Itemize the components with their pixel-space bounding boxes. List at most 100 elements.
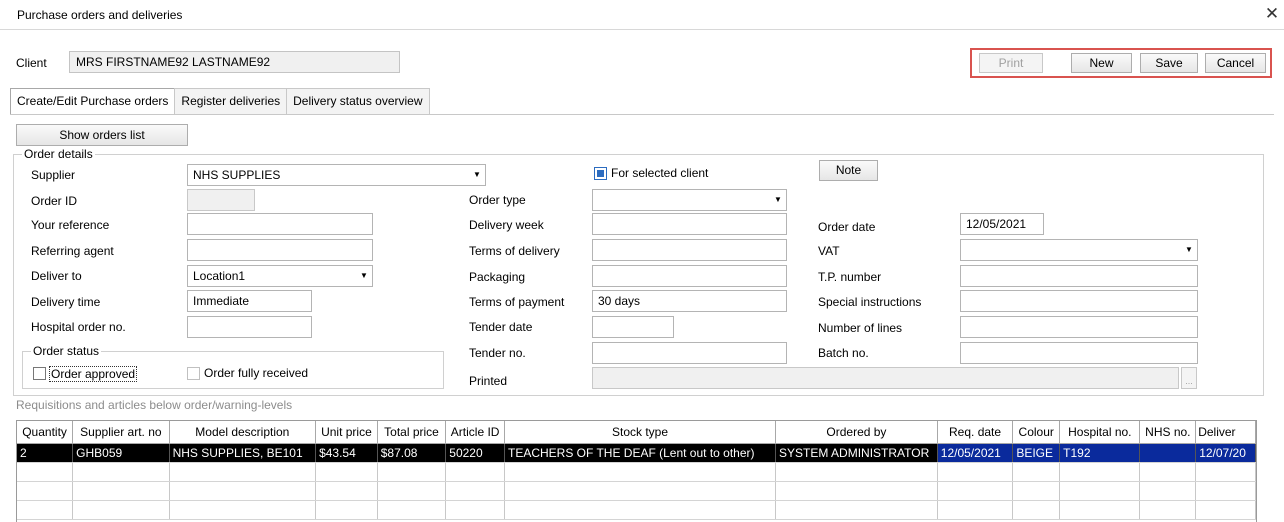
order-fully-received-label[interactable]: Order fully received: [204, 366, 308, 380]
delivery-time-label: Delivery time: [31, 295, 101, 309]
tender-date-label: Tender date: [469, 320, 533, 334]
order-type-label: Order type: [469, 193, 526, 207]
order-id-field: [187, 189, 255, 211]
tender-no-label: Tender no.: [469, 346, 526, 360]
cell-quantity[interactable]: 2: [17, 443, 74, 463]
order-status-legend: Order status: [31, 344, 102, 358]
special-instructions-input[interactable]: [960, 290, 1198, 312]
hospital-order-no-input[interactable]: [187, 316, 312, 338]
terms-of-payment-input[interactable]: 30 days: [592, 290, 787, 312]
printed-label: Printed: [469, 374, 508, 388]
terms-of-delivery-input[interactable]: [592, 239, 787, 261]
referring-agent-label: Referring agent: [31, 244, 114, 258]
client-field: MRS FIRSTNAME92 LASTNAME92: [69, 51, 400, 73]
tab-register-deliveries[interactable]: Register deliveries: [174, 88, 288, 114]
title-bar: Purchase orders and deliveries: [0, 0, 1284, 30]
column-header-supplier-art-no[interactable]: Supplier art. no: [72, 421, 170, 444]
packaging-input[interactable]: [592, 265, 787, 287]
order-fully-received-checkbox[interactable]: [187, 367, 200, 380]
number-of-lines-label: Number of lines: [818, 321, 903, 335]
for-selected-client-checkbox[interactable]: [594, 167, 607, 180]
hospital-order-no-label: Hospital order no.: [31, 320, 126, 334]
show-orders-button[interactable]: Show orders list: [16, 124, 188, 146]
order-approved-checkbox[interactable]: [33, 367, 46, 380]
window-title: Purchase orders and deliveries: [17, 8, 183, 22]
tab-create-edit-orders[interactable]: Create/Edit Purchase orders: [10, 88, 176, 115]
supplier-select[interactable]: NHS SUPPLIES ▼: [187, 164, 486, 186]
column-header-nhs-no[interactable]: NHS no.: [1139, 421, 1197, 444]
requisitions-caption: Requisitions and articles below order/wa…: [16, 398, 293, 412]
packaging-label: Packaging: [469, 270, 526, 284]
cell-unit-price[interactable]: $43.54: [315, 443, 378, 463]
order-date-input[interactable]: 12/05/2021: [960, 213, 1044, 235]
cancel-button[interactable]: Cancel: [1205, 53, 1266, 73]
close-icon[interactable]: ✕: [1262, 3, 1282, 25]
cell-nhs-no[interactable]: [1139, 443, 1197, 463]
chevron-down-icon: ▼: [1185, 245, 1193, 254]
cell-stock-type[interactable]: TEACHERS OF THE DEAF (Lent out to other): [504, 443, 777, 463]
referring-agent-input[interactable]: [187, 239, 373, 261]
vat-label: VAT: [818, 244, 840, 258]
grid-right-gutter: [1257, 420, 1284, 522]
column-header-deliver[interactable]: Deliver: [1195, 421, 1256, 444]
deliver-to-label: Deliver to: [31, 269, 82, 283]
client-label: Client: [16, 56, 47, 70]
printed-field: [592, 367, 1179, 389]
cell-model-description[interactable]: NHS SUPPLIES, BE101: [169, 443, 317, 463]
note-button[interactable]: Note: [819, 160, 878, 181]
chevron-down-icon: ▼: [473, 170, 481, 179]
vat-select[interactable]: ▼: [960, 239, 1198, 261]
column-header-unit-price[interactable]: Unit price: [315, 421, 378, 444]
delivery-time-input[interactable]: Immediate: [187, 290, 312, 312]
cell-req-date[interactable]: 12/05/2021: [937, 443, 1014, 463]
cell-supplier-art-no[interactable]: GHB059: [72, 443, 170, 463]
number-of-lines-input[interactable]: [960, 316, 1198, 338]
delivery-week-input[interactable]: [592, 213, 787, 235]
table-row-empty[interactable]: [17, 462, 1256, 482]
column-header-model-description[interactable]: Model description: [169, 421, 317, 444]
column-header-req-date[interactable]: Req. date: [937, 421, 1014, 444]
requisitions-grid: Quantity Supplier art. no Model descript…: [16, 420, 1257, 522]
deliver-to-select[interactable]: Location1 ▼: [187, 265, 373, 287]
order-approved-label[interactable]: Order approved: [49, 366, 138, 382]
column-header-stock-type[interactable]: Stock type: [504, 421, 777, 444]
chevron-down-icon: ▼: [360, 271, 368, 280]
tp-number-label: T.P. number: [818, 270, 882, 284]
terms-of-delivery-label: Terms of delivery: [469, 244, 560, 258]
order-details-legend: Order details: [22, 147, 95, 161]
cell-article-id[interactable]: 50220: [445, 443, 505, 463]
column-header-ordered-by[interactable]: Ordered by: [775, 421, 938, 444]
printed-browse-button[interactable]: ...: [1181, 367, 1197, 389]
tab-delivery-status[interactable]: Delivery status overview: [286, 88, 430, 114]
column-header-article-id[interactable]: Article ID: [445, 421, 505, 444]
cell-deliver[interactable]: 12/07/20: [1195, 443, 1256, 463]
new-button[interactable]: New: [1071, 53, 1132, 73]
column-header-quantity[interactable]: Quantity: [17, 421, 74, 444]
batch-no-input[interactable]: [960, 342, 1198, 364]
print-button[interactable]: Print: [979, 53, 1043, 73]
supplier-value: NHS SUPPLIES: [193, 168, 281, 182]
column-header-hospital-no[interactable]: Hospital no.: [1059, 421, 1141, 444]
table-row[interactable]: 2 GHB059 NHS SUPPLIES, BE101 $43.54 $87.…: [17, 443, 1256, 463]
order-type-select[interactable]: ▼: [592, 189, 787, 211]
chevron-down-icon: ▼: [774, 195, 782, 204]
cell-ordered-by[interactable]: SYSTEM ADMINISTRATOR: [775, 443, 938, 463]
save-button[interactable]: Save: [1140, 53, 1198, 73]
tp-number-input[interactable]: [960, 265, 1198, 287]
for-selected-client-label[interactable]: For selected client: [611, 166, 708, 180]
your-reference-label: Your reference: [31, 218, 110, 232]
cell-hospital-no[interactable]: T192: [1059, 443, 1141, 463]
your-reference-input[interactable]: [187, 213, 373, 235]
tab-strip: Create/Edit Purchase orders Register del…: [10, 88, 430, 115]
cell-colour[interactable]: BEIGE: [1012, 443, 1061, 463]
tender-no-input[interactable]: [592, 342, 787, 364]
requisitions-table: Quantity Supplier art. no Model descript…: [17, 421, 1256, 520]
terms-of-payment-label: Terms of payment: [469, 295, 565, 309]
cell-total-price[interactable]: $87.08: [377, 443, 447, 463]
table-row-empty[interactable]: [17, 500, 1256, 520]
column-header-colour[interactable]: Colour: [1012, 421, 1061, 444]
table-row-empty[interactable]: [17, 481, 1256, 501]
order-id-label: Order ID: [31, 194, 78, 208]
tender-date-input[interactable]: [592, 316, 674, 338]
column-header-total-price[interactable]: Total price: [377, 421, 447, 444]
